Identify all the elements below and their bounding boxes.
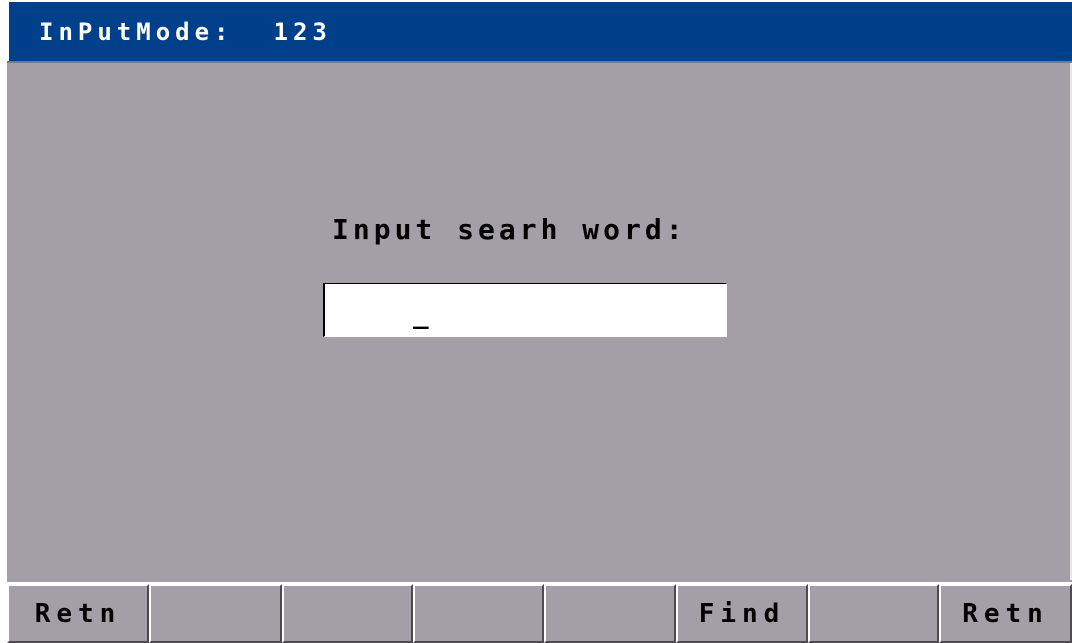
softkey-1-return-button[interactable]: Retn [7, 584, 149, 643]
softkey-7-button[interactable] [808, 584, 939, 643]
search-prompt: Input searh word: [332, 213, 687, 246]
search-input[interactable]: _ [323, 283, 727, 337]
search-screen: InPutMode: 123 Input searh word: _ Retn … [0, 0, 1072, 643]
dialog-body: Input searh word: _ [7, 63, 1072, 580]
softkey-3-button[interactable] [282, 584, 413, 643]
softkey-2-button[interactable] [149, 584, 282, 643]
text-cursor: _ [413, 300, 429, 330]
softkey-6-find-button[interactable]: Find [676, 584, 808, 643]
softkey-5-button[interactable] [544, 584, 676, 643]
softkey-8-return-button[interactable]: Retn [939, 584, 1072, 643]
softkey-4-button[interactable] [413, 584, 544, 643]
softkey-bar: Retn Find Retn [7, 582, 1072, 643]
input-mode-value: 123 [273, 17, 332, 46]
title-bar: InPutMode: 123 [7, 0, 1072, 61]
input-mode-label: InPutMode: [39, 17, 234, 46]
